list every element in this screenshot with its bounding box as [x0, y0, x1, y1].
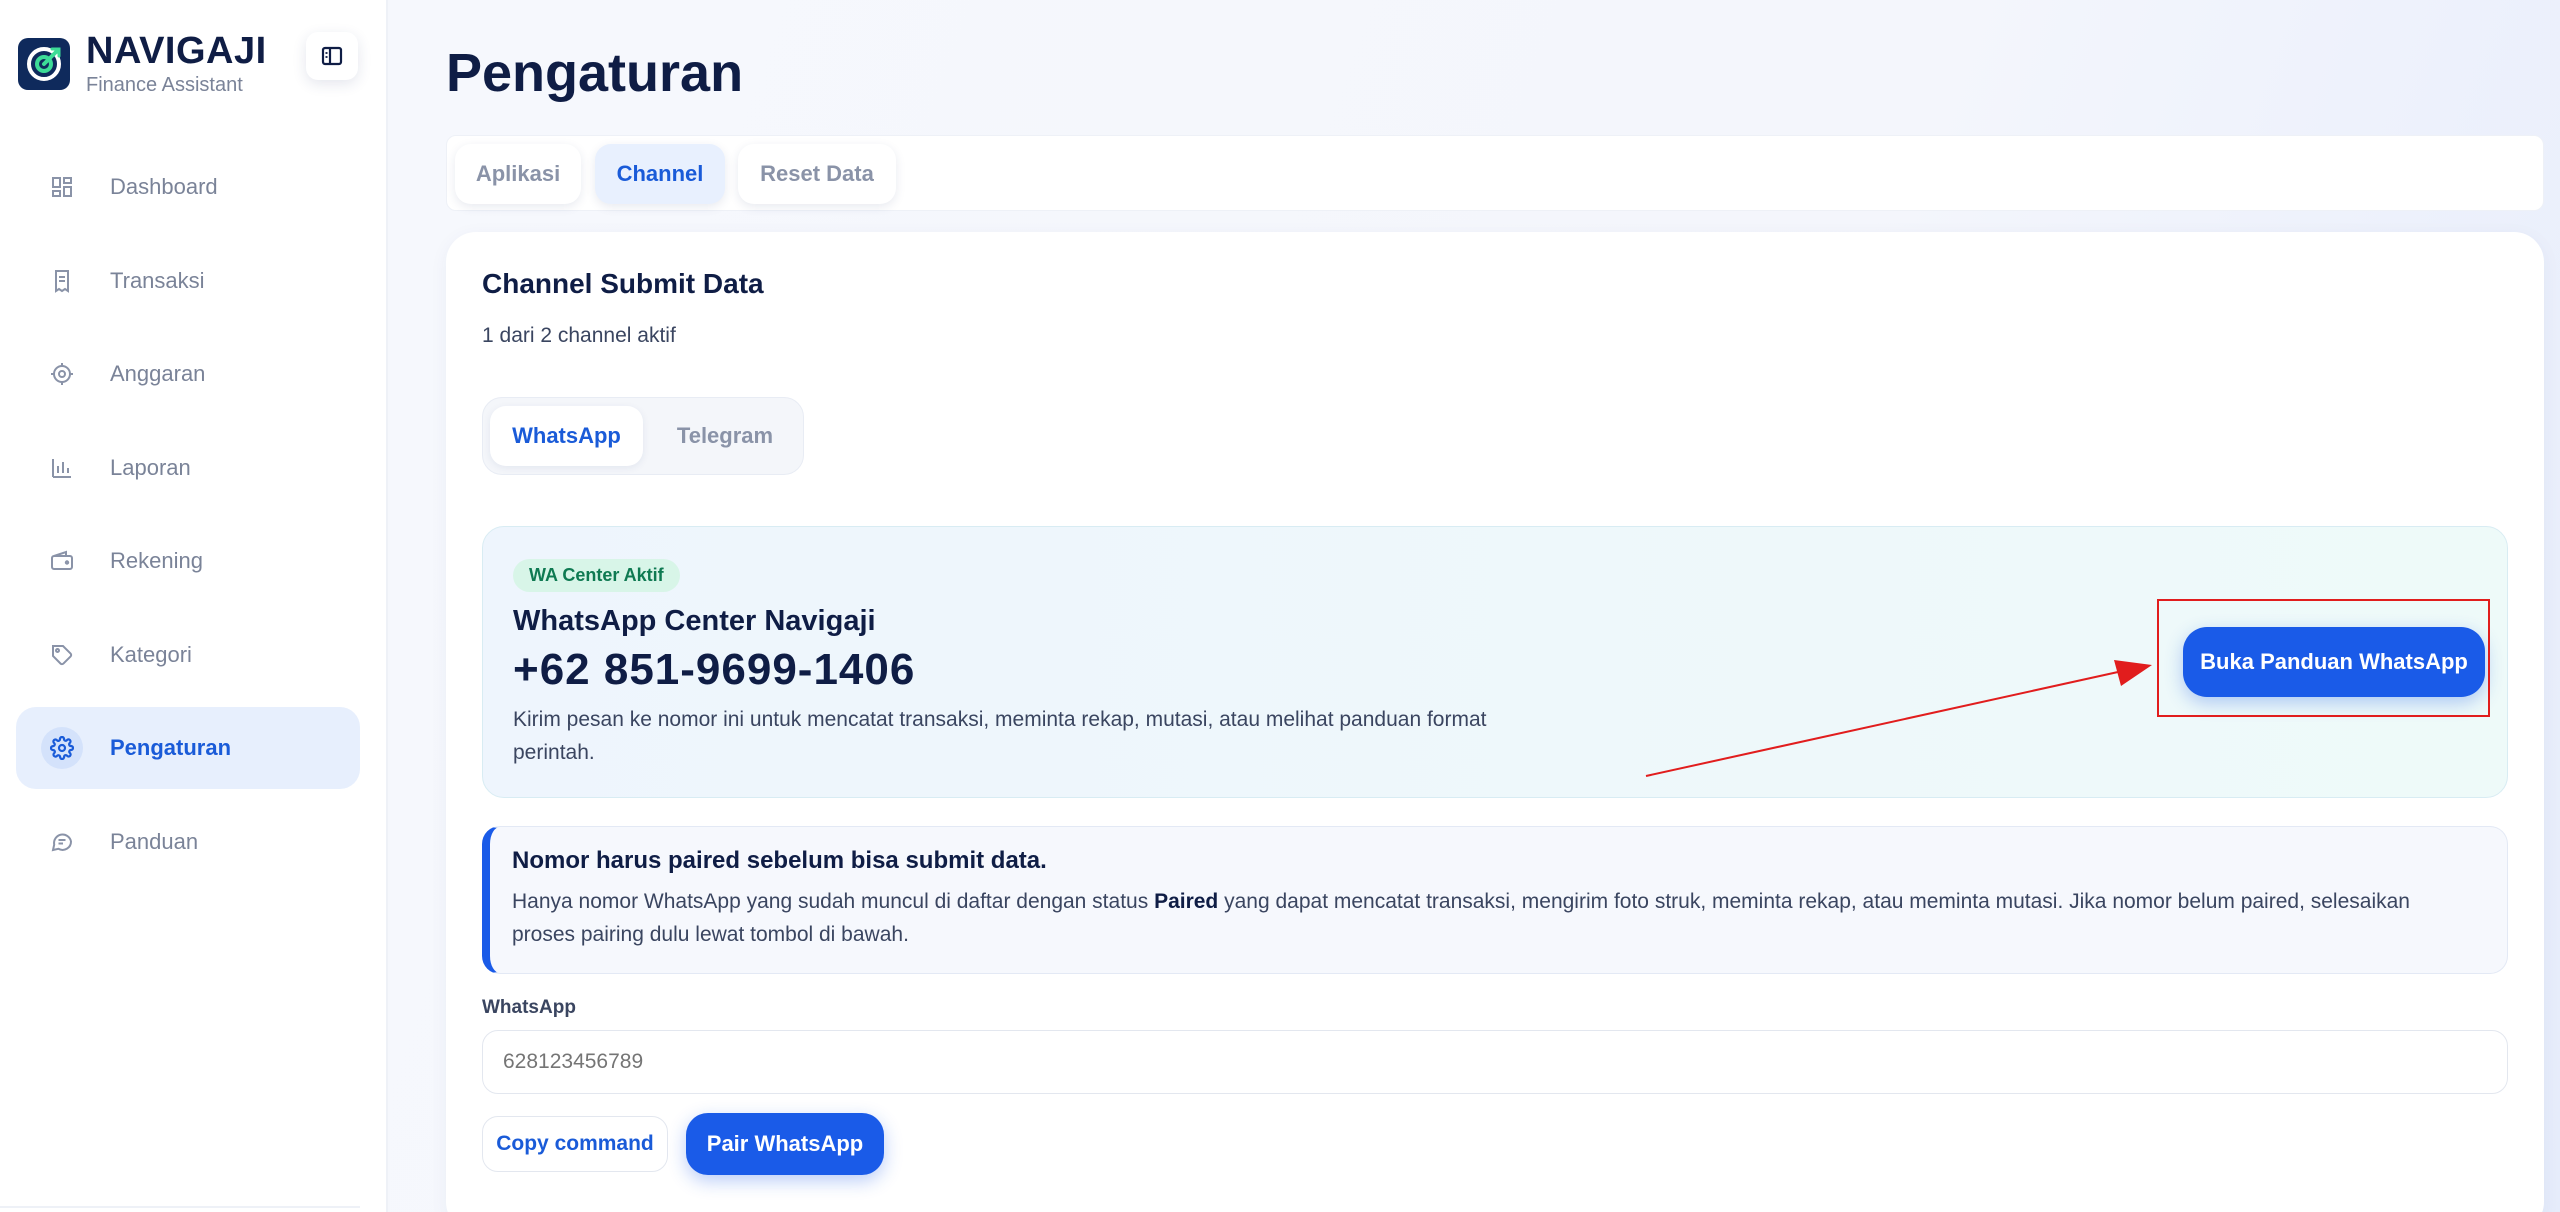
sidebar-item-transaksi[interactable]: Transaksi — [16, 240, 360, 322]
tab-reset-data[interactable]: Reset Data — [738, 144, 896, 204]
sidebar-toggle-icon — [321, 46, 343, 66]
channel-subtitle: 1 dari 2 channel aktif — [482, 324, 676, 347]
channel-segment: WhatsApp Telegram — [482, 397, 804, 475]
channel-title: Channel Submit Data — [482, 268, 764, 299]
sidebar-item-panduan[interactable]: Panduan — [16, 801, 360, 883]
brand[interactable]: NAVIGAJI Finance Assistant — [18, 30, 267, 97]
segment-whatsapp[interactable]: WhatsApp — [490, 406, 643, 466]
gear-icon — [41, 727, 83, 769]
status-badge: WA Center Aktif — [513, 559, 680, 592]
receipt-icon — [48, 267, 76, 295]
segment-telegram[interactable]: Telegram — [653, 406, 797, 466]
settings-tabs: Aplikasi Channel Reset Data — [446, 135, 2544, 211]
page-title: Pengaturan — [446, 43, 744, 103]
chat-icon — [48, 828, 76, 856]
sidebar-item-kategori[interactable]: Kategori — [16, 614, 360, 696]
notice-text-before: Hanya nomor WhatsApp yang sudah muncul d… — [512, 890, 1155, 913]
sidebar-item-label: Laporan — [110, 454, 191, 480]
sidebar-divider — [0, 1206, 360, 1208]
annotation-highlight-box — [2157, 599, 2490, 717]
pair-whatsapp-button[interactable]: Pair WhatsApp — [686, 1113, 884, 1175]
wallet-icon — [48, 547, 76, 575]
sidebar-item-label: Pengaturan — [110, 735, 232, 760]
navigaji-logo-icon — [18, 37, 70, 90]
wa-center-name: WhatsApp Center Navigaji — [513, 605, 876, 637]
sidebar-item-label: Kategori — [110, 641, 192, 667]
whatsapp-field-label: WhatsApp — [482, 997, 576, 1018]
pairing-notice: Nomor harus paired sebelum bisa submit d… — [482, 826, 2508, 974]
sidebar: NAVIGAJI Finance Assistant Dashboard Tra… — [0, 0, 388, 1212]
notice-text: Hanya nomor WhatsApp yang sudah muncul d… — [512, 885, 2472, 951]
tab-aplikasi[interactable]: Aplikasi — [455, 144, 581, 204]
sidebar-item-dashboard[interactable]: Dashboard — [16, 146, 360, 228]
sidebar-item-rekening[interactable]: Rekening — [16, 520, 360, 602]
sidebar-item-label: Rekening — [110, 548, 203, 573]
sidebar-item-label: Anggaran — [110, 361, 206, 386]
whatsapp-number-input[interactable] — [482, 1030, 2508, 1094]
tab-channel[interactable]: Channel — [595, 144, 725, 204]
copy-command-button[interactable]: Copy command — [482, 1116, 668, 1172]
target-icon — [48, 360, 76, 388]
wa-center-description: Kirim pesan ke nomor ini untuk mencatat … — [513, 708, 1487, 764]
sidebar-item-pengaturan[interactable]: Pengaturan — [16, 707, 360, 789]
dashboard-icon — [48, 173, 76, 201]
notice-text-bold: Paired — [1154, 890, 1219, 913]
sidebar-item-laporan[interactable]: Laporan — [16, 427, 360, 509]
sidebar-collapse-button[interactable] — [306, 32, 358, 80]
bar-chart-icon — [48, 454, 76, 482]
notice-title: Nomor harus paired sebelum bisa submit d… — [512, 847, 1047, 874]
brand-name: NAVIGAJI — [86, 30, 267, 72]
sidebar-item-label: Dashboard — [110, 174, 218, 199]
brand-subtitle: Finance Assistant — [86, 74, 243, 96]
sidebar-item-label: Panduan — [110, 828, 199, 854]
sidebar-nav: Dashboard Transaksi Anggaran Laporan Rek… — [16, 146, 360, 894]
channel-card: Channel Submit Data 1 dari 2 channel akt… — [446, 232, 2544, 1212]
sidebar-item-anggaran[interactable]: Anggaran — [16, 333, 360, 415]
wa-center-number: +62 851-9699-1406 — [513, 645, 916, 694]
tag-icon — [48, 641, 76, 669]
sidebar-item-label: Transaksi — [110, 267, 205, 293]
